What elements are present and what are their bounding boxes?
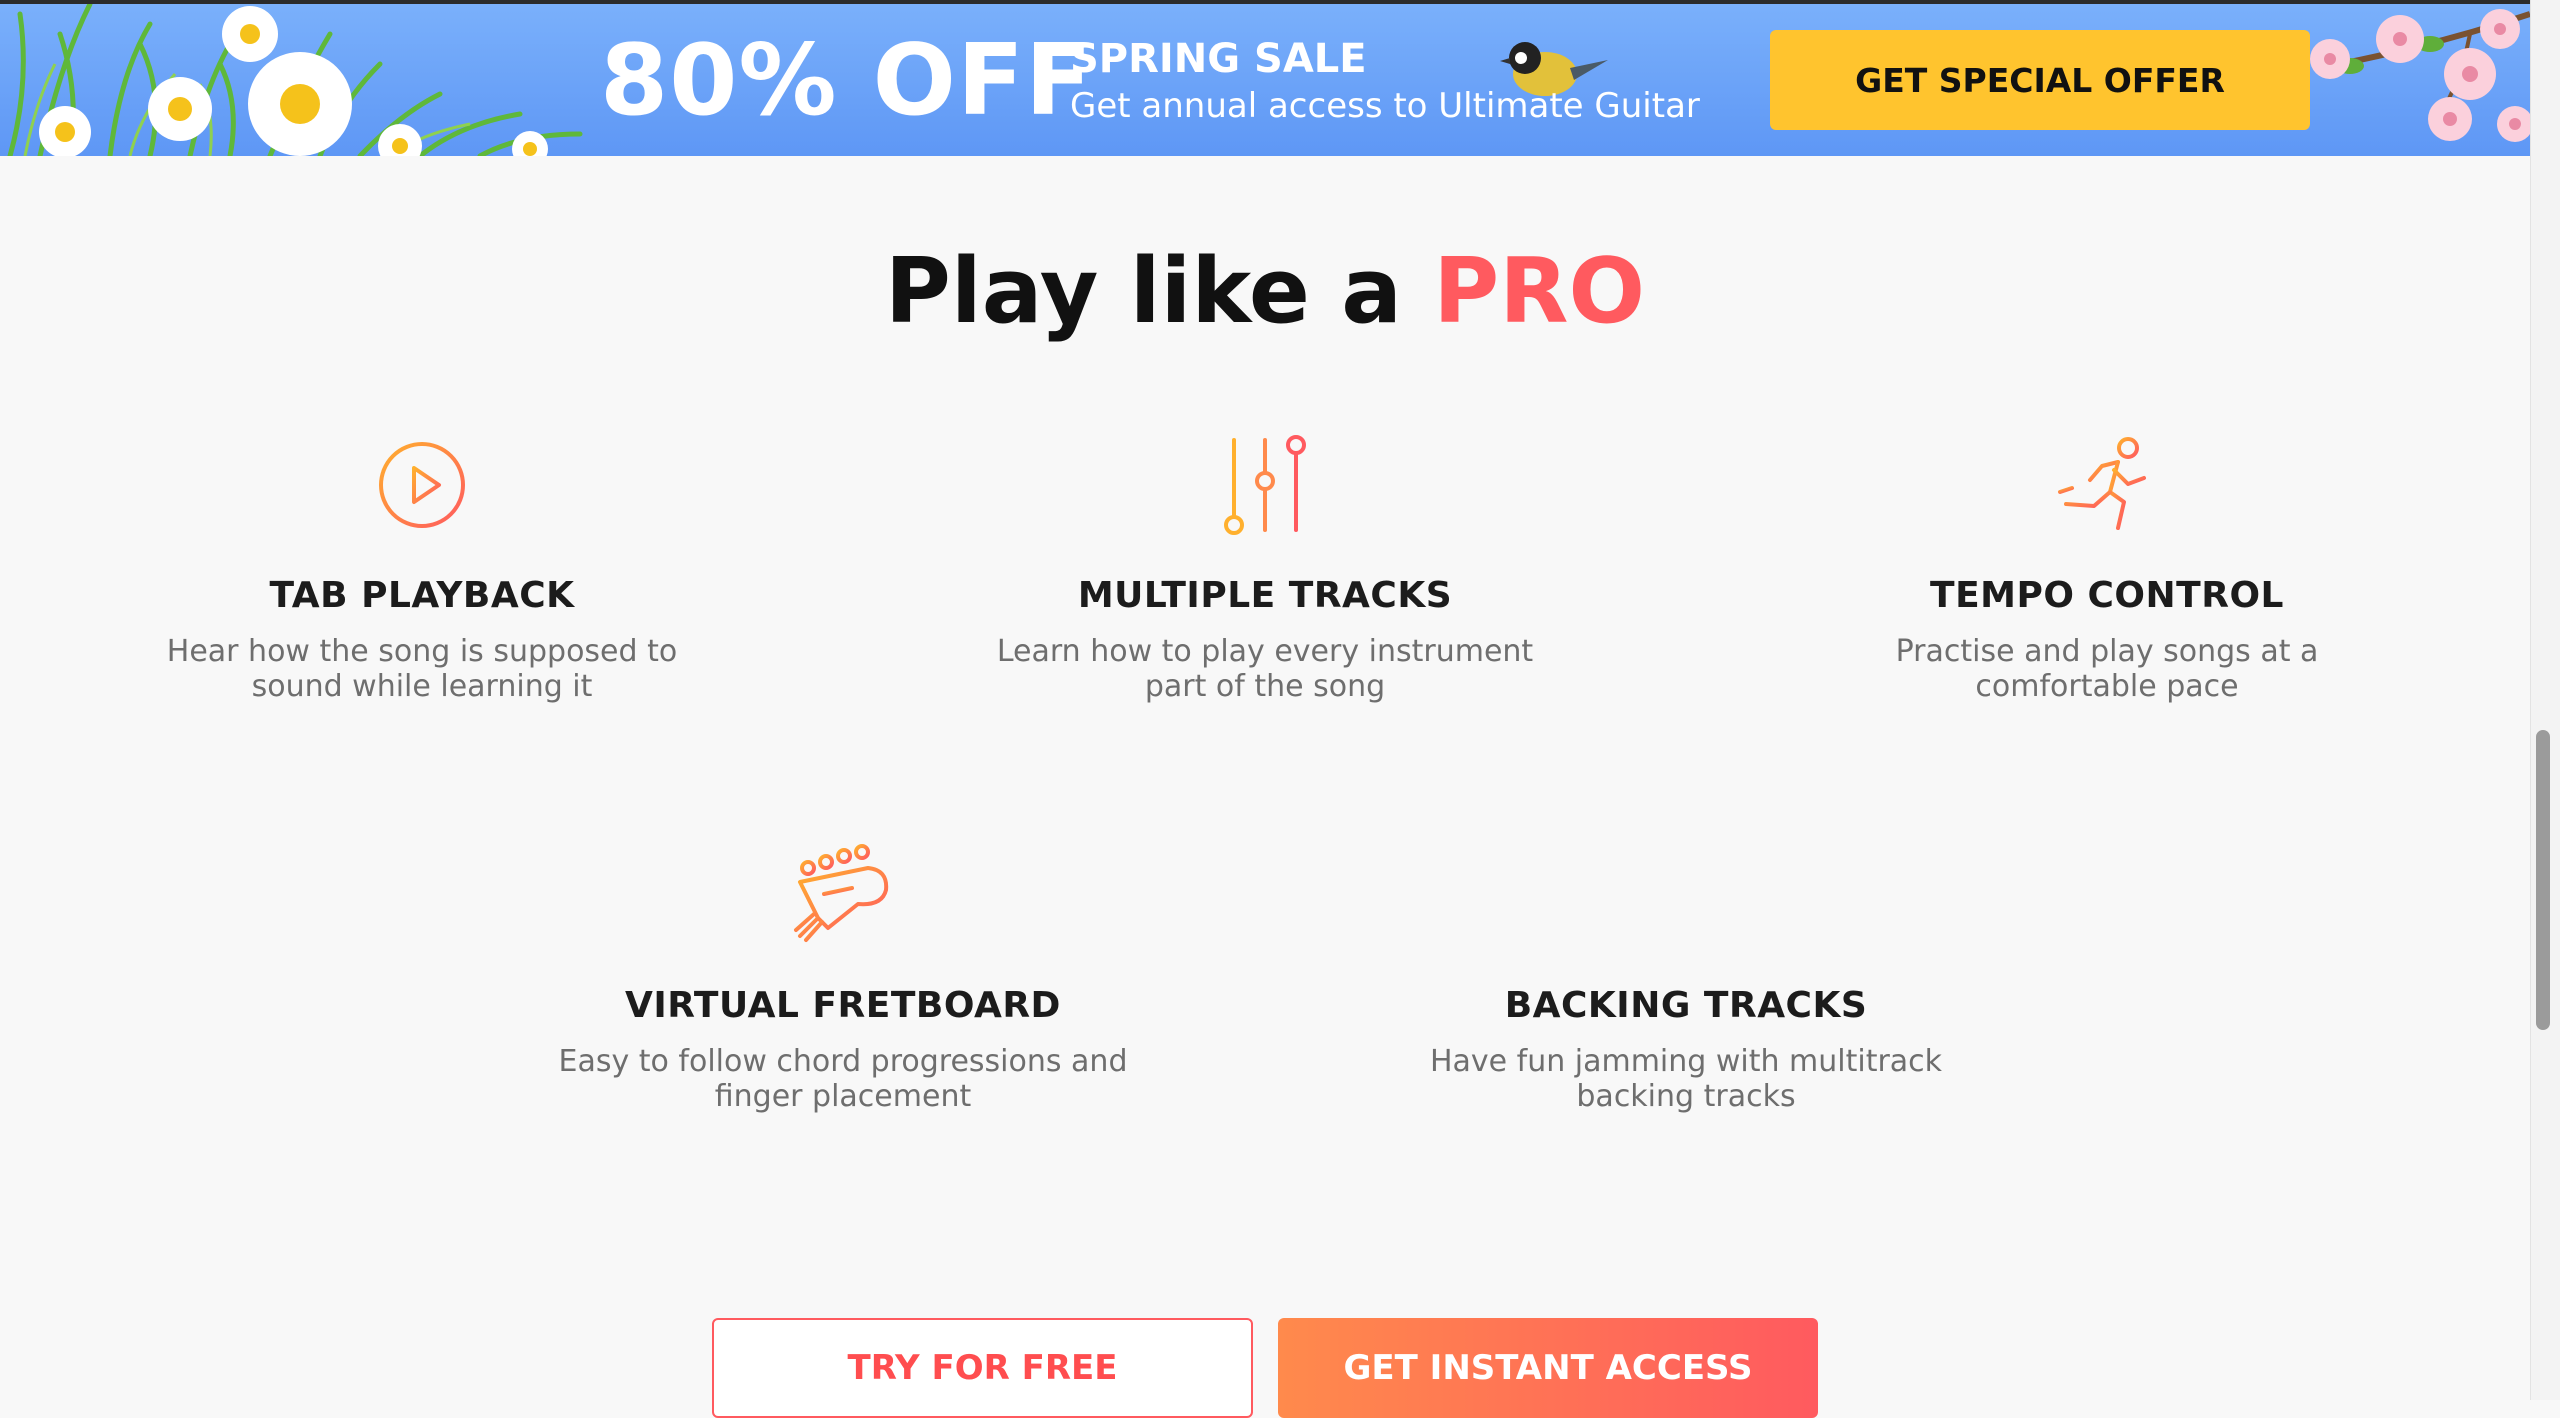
running-man-icon [2058,437,2146,530]
get-instant-access-button[interactable]: GET INSTANT ACCESS [1278,1318,1818,1418]
feature-title: BACKING TRACKS [1504,985,1868,1026]
scrollbar-track[interactable] [2530,0,2560,1400]
feature-title: TEMPO CONTROL [1930,575,2284,616]
spring-sale-label: SPRING SALE [1070,36,1367,82]
section-title-prefix: Play like a [884,239,1434,344]
get-special-offer-button[interactable]: GET SPECIAL OFFER [1770,30,2310,130]
feature-description: Hear how the song is supposed to sound w… [166,634,678,704]
feature-backing-tracks: BACKING TRACKS Have fun jamming with mul… [1366,840,2006,1114]
sound-wave-icon [1625,842,1749,948]
feature-description: Learn how to play every instrument part … [996,634,1534,704]
scrollbar-thumb[interactable] [2536,730,2550,1030]
feature-description: Practise and play songs at a comfortable… [1895,634,2319,704]
section-title-accent: PRO [1433,239,1646,344]
discount-headline: 80% OFF [600,24,1093,138]
feature-tempo-control: TEMPO CONTROL Practise and play songs at… [1787,430,2427,704]
feature-title: VIRTUAL FRETBOARD [625,985,1061,1026]
feature-title: MULTIPLE TRACKS [1077,575,1453,616]
try-for-free-button[interactable]: TRY FOR FREE [712,1318,1253,1418]
feature-title: TAB PLAYBACK [269,575,575,616]
promo-banner[interactable]: 80% OFF SPRING SALE Get annual access to… [0,4,2530,156]
guitar-headstock-icon [794,844,889,942]
feature-tab-playback: TAB PLAYBACK Hear how the song is suppos… [102,430,742,704]
feature-description: Have fun jamming with multitrack backing… [1429,1044,1943,1114]
feature-virtual-fretboard: VIRTUAL FRETBOARD Easy to follow chord p… [523,840,1163,1114]
sliders-icon [1224,435,1306,535]
section-title: Play like a PRO [0,232,2530,352]
feature-description: Easy to follow chord progressions and fi… [558,1044,1128,1114]
banner-subtitle: Get annual access to Ultimate Guitar [1070,86,1700,126]
feature-multiple-tracks: MULTIPLE TRACKS Learn how to play every … [945,430,1585,704]
play-circle-icon [379,442,465,528]
